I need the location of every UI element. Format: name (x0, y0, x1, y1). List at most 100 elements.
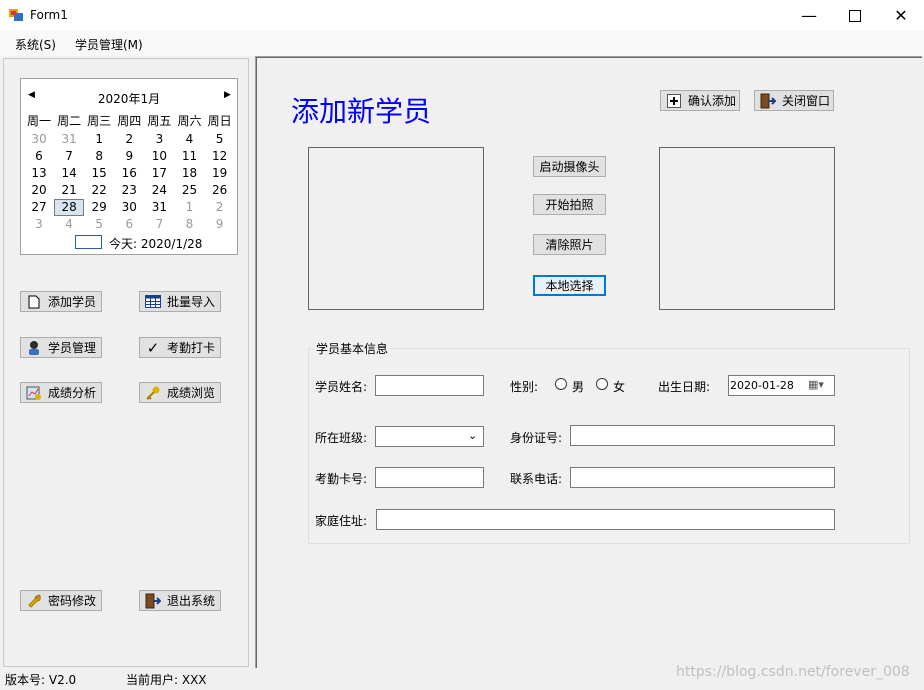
calendar-day[interactable]: 18 (175, 165, 205, 182)
close-button[interactable]: ✕ (878, 0, 924, 31)
maximize-button[interactable] (832, 0, 878, 31)
calendar-day[interactable]: 3 (144, 131, 174, 148)
calendar-weekday-header: 周一 (26, 114, 51, 128)
calendar-day[interactable]: 26 (205, 182, 235, 199)
analysis-icon (26, 385, 42, 401)
calendar-day[interactable]: 4 (54, 216, 84, 233)
calendar-day[interactable]: 28 (54, 199, 84, 216)
exit-door-icon (145, 593, 161, 609)
calendar-day[interactable]: 14 (54, 165, 84, 182)
batch-import-button[interactable]: 批量导入 (139, 291, 221, 312)
calendar-today-label[interactable]: 今天: 2020/1/28 (109, 235, 202, 252)
calendar-day[interactable]: 2 (205, 199, 235, 216)
calendar-day[interactable]: 5 (84, 216, 114, 233)
calendar-day[interactable]: 15 (84, 165, 114, 182)
calendar-weekday-header: 周二 (57, 114, 82, 128)
calendar-day[interactable]: 31 (144, 199, 174, 216)
calendar-day[interactable]: 9 (205, 216, 235, 233)
menu-student-manage[interactable]: 学员管理(M) (75, 36, 143, 53)
app-icon (9, 9, 23, 21)
calendar-day[interactable]: 1 (175, 199, 205, 216)
phone-label: 联系电话: (510, 472, 563, 486)
calendar-day[interactable]: 17 (144, 165, 174, 182)
calendar-day[interactable]: 3 (24, 216, 54, 233)
phone-input[interactable] (570, 467, 835, 488)
calendar-day[interactable]: 6 (114, 216, 144, 233)
calendar-day[interactable]: 16 (114, 165, 144, 182)
user-icon (26, 340, 42, 356)
clear-photo-button[interactable]: 清除照片 (533, 234, 606, 255)
local-select-button[interactable]: 本地选择 (533, 275, 606, 296)
add-student-button[interactable]: 添加学员 (20, 291, 102, 312)
calendar-day[interactable]: 19 (205, 165, 235, 182)
calendar-day[interactable]: 7 (144, 216, 174, 233)
male-label: 男 (572, 380, 585, 394)
calendar-day[interactable]: 6 (24, 148, 54, 165)
calendar-day[interactable]: 8 (175, 216, 205, 233)
change-password-button[interactable]: 密码修改 (20, 590, 102, 611)
name-label: 学员姓名: (315, 380, 368, 394)
calendar-day[interactable]: 9 (114, 148, 144, 165)
class-label: 所在班级: (315, 431, 368, 445)
key-icon (145, 385, 161, 401)
calendar-day[interactable]: 8 (84, 148, 114, 165)
calendar-day[interactable]: 7 (54, 148, 84, 165)
calendar-day[interactable]: 22 (84, 182, 114, 199)
take-photo-button[interactable]: 开始拍照 (533, 194, 606, 215)
page-title: 添加新学员 (291, 95, 432, 128)
calendar-day[interactable]: 23 (114, 182, 144, 199)
calendar-day[interactable]: 29 (84, 199, 114, 216)
calendar-dropdown-icon[interactable]: ▦▾ (808, 378, 824, 391)
start-camera-button[interactable]: 启动摄像头 (533, 156, 606, 177)
calendar-day[interactable]: 13 (24, 165, 54, 182)
student-manage-label: 学员管理 (48, 341, 97, 355)
attendance-button[interactable]: ✓ 考勤打卡 (139, 337, 221, 358)
calendar-day[interactable]: 5 (205, 131, 235, 148)
table-icon (145, 294, 161, 310)
calendar-day[interactable]: 31 (54, 131, 84, 148)
calendar-day[interactable]: 21 (54, 182, 84, 199)
student-manage-button[interactable]: 学员管理 (20, 337, 102, 358)
calendar-day[interactable]: 2 (114, 131, 144, 148)
calendar-day[interactable]: 10 (144, 148, 174, 165)
score-browse-label: 成绩浏览 (167, 386, 216, 400)
calendar-day[interactable]: 1 (84, 131, 114, 148)
exit-door-icon (760, 93, 776, 109)
birth-date-picker[interactable]: 2020-01-28 ▦▾ (728, 375, 835, 396)
id-number-input[interactable] (570, 425, 835, 446)
calendar-day[interactable]: 11 (175, 148, 205, 165)
name-input[interactable] (375, 375, 484, 396)
birth-label: 出生日期: (658, 380, 711, 394)
class-select[interactable]: ⌄ (375, 426, 484, 447)
score-browse-button[interactable]: 成绩浏览 (139, 382, 221, 403)
menu-system[interactable]: 系统(S) (15, 36, 56, 53)
male-radio[interactable] (555, 378, 567, 390)
close-window-label: 关闭窗口 (782, 94, 831, 108)
calendar-day[interactable]: 30 (114, 199, 144, 216)
calendar-day[interactable]: 25 (175, 182, 205, 199)
minimize-button[interactable]: — (786, 0, 832, 31)
calendar-weekday-header: 周四 (117, 114, 142, 128)
exit-system-button[interactable]: 退出系统 (139, 590, 221, 611)
calendar-day[interactable]: 4 (175, 131, 205, 148)
confirm-add-button[interactable]: 确认添加 (660, 90, 740, 111)
calendar-month-label: 2020年1月 (97, 92, 161, 106)
plus-icon (666, 93, 682, 109)
calendar-day[interactable]: 24 (144, 182, 174, 199)
calendar-day[interactable]: 12 (205, 148, 235, 165)
calendar-day[interactable]: 27 (24, 199, 54, 216)
calendar-today-marker (75, 235, 102, 249)
address-input[interactable] (376, 509, 835, 530)
close-window-button[interactable]: 关闭窗口 (754, 90, 834, 111)
address-label: 家庭住址: (315, 514, 368, 528)
calendar-day[interactable]: 30 (24, 131, 54, 148)
minimize-icon: — (801, 6, 817, 25)
wrench-icon (26, 593, 42, 609)
exit-system-label: 退出系统 (167, 594, 216, 608)
calendar-weekday-header: 周五 (147, 114, 172, 128)
calendar-day[interactable]: 20 (24, 182, 54, 199)
score-analysis-button[interactable]: 成绩分析 (20, 382, 102, 403)
attendance-card-input[interactable] (375, 467, 484, 488)
id-label: 身份证号: (510, 431, 563, 445)
female-radio[interactable] (596, 378, 608, 390)
